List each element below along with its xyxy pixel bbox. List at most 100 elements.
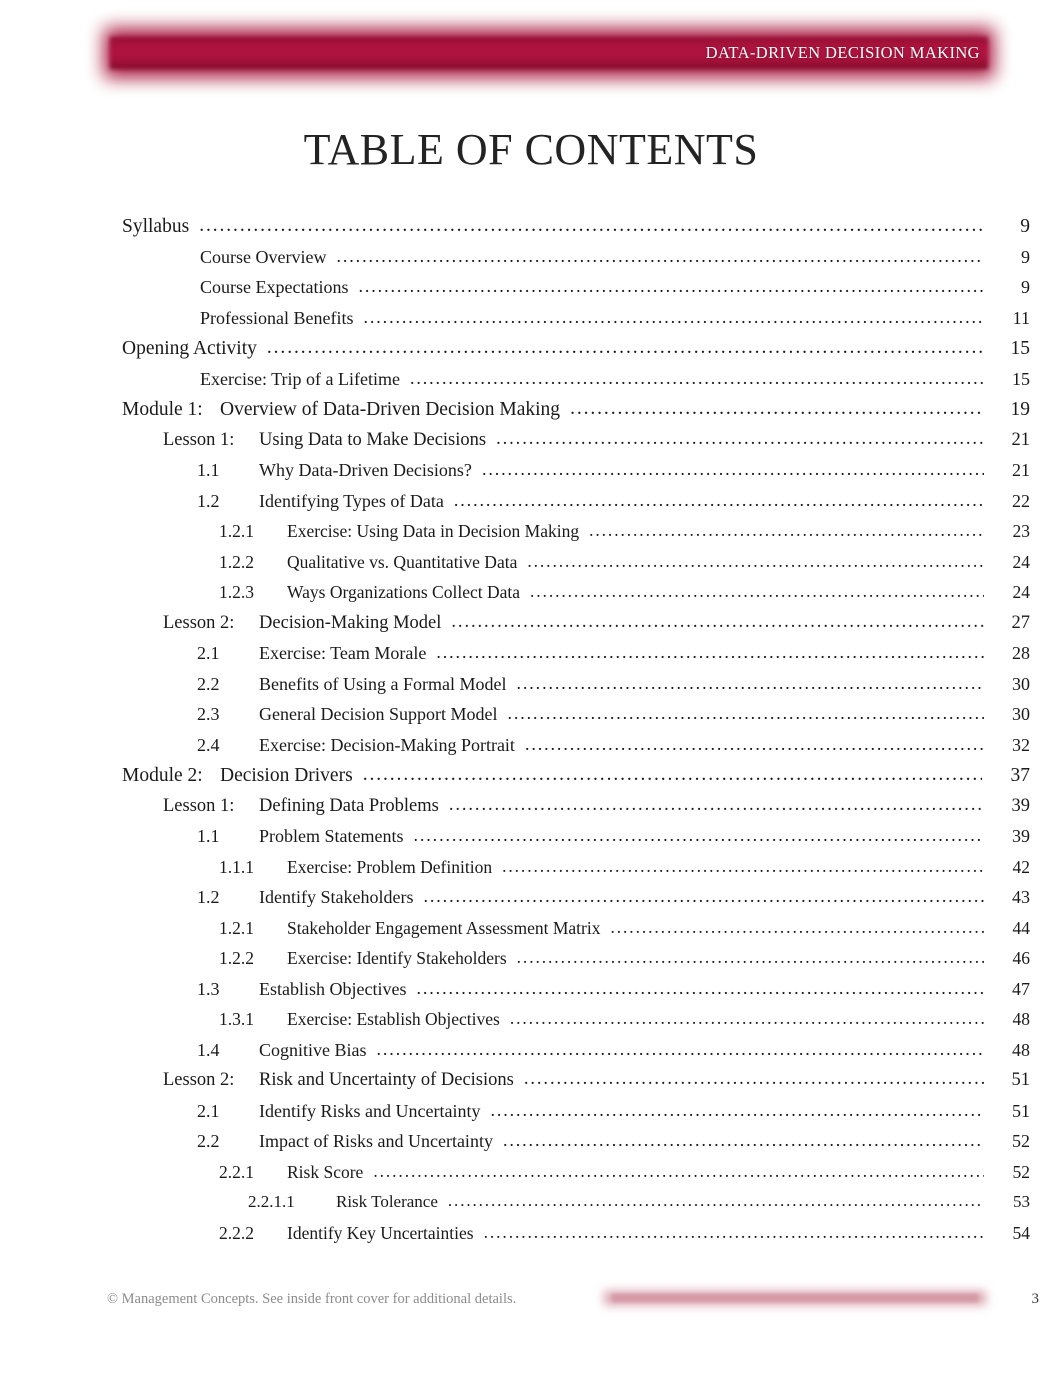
toc-entry[interactable]: Syllabus 9 — [0, 216, 1062, 247]
toc-entry[interactable]: 2.2.2 Identify Key Uncertainties 54 — [0, 1223, 1062, 1254]
toc-entry-page-number: 24 — [1012, 582, 1031, 602]
toc-dot-leader — [527, 551, 984, 572]
toc-entry-number: 2.2.2 — [219, 1222, 254, 1243]
toc-dot-leader — [490, 1100, 984, 1121]
toc-dot-leader — [416, 978, 984, 999]
toc-entry-page-number: 9 — [1021, 277, 1030, 297]
toc-dot-leader — [267, 337, 982, 359]
page-title: TABLE OF CONTENTS — [303, 125, 759, 174]
toc-entry-number: 1.4 — [197, 1039, 220, 1060]
toc-entry[interactable]: Lesson 2: Risk and Uncertainty of Decisio… — [0, 1070, 1062, 1101]
footer-page-number: 3 — [1031, 1291, 1040, 1307]
toc-entry[interactable]: 1.2.1 Stakeholder Engagement Assessment M… — [0, 918, 1062, 949]
toc-entry-number: 2.4 — [197, 734, 220, 755]
toc-dot-leader — [589, 520, 984, 541]
toc-entry[interactable]: 2.3 General Decision Support Model 30 — [0, 704, 1062, 735]
toc-entry-label: 1.2.3 Ways Organizations Collect Data — [219, 582, 520, 603]
toc-entry-page-number: 19 — [1010, 399, 1031, 420]
toc-entry-title: Identify Risks and Uncertainty — [259, 1100, 481, 1121]
header-banner: DATA-DRIVEN DECISION MAKING — [104, 28, 994, 78]
toc-entry[interactable]: Lesson 2: Decision-Making Model 27 — [0, 613, 1062, 644]
toc-entry-label: 2.2 Benefits of Using a Formal Model — [197, 674, 506, 695]
toc-dot-leader — [507, 703, 984, 724]
toc-entry-title: Course Expectations — [200, 277, 349, 297]
toc-entry[interactable]: 2.2.1.1 Risk Tolerance 53 — [0, 1192, 1062, 1223]
toc-entry[interactable]: 1.4 Cognitive Bias 48 — [0, 1040, 1062, 1071]
toc-entry[interactable]: Lesson 1: Defining Data Problems 39 — [0, 796, 1062, 827]
toc-entry[interactable]: Opening Activity 15 — [0, 338, 1062, 369]
toc-entry[interactable]: 1.2.1 Exercise: Using Data in Decision Ma… — [0, 521, 1062, 552]
toc-entry-title: Overview of Data-Driven Decision Making — [220, 399, 561, 420]
toc-entry-page-number: 39 — [1012, 826, 1030, 846]
toc-entry-number: 1.1 — [197, 460, 220, 480]
toc-entry-page-number: 11 — [1012, 307, 1030, 328]
footer-copyright: © Management Concepts. See inside front … — [107, 1291, 517, 1307]
toc-entry-number: 1.1.1 — [219, 856, 254, 877]
toc-entry-label: 1.2.1 Exercise: Using Data in Decision Ma… — [219, 521, 579, 542]
toc-entry-label: Professional Benefits — [200, 308, 353, 329]
toc-entry[interactable]: Professional Benefits 11 — [0, 308, 1062, 339]
toc-entry-label: 2.2.1 Risk Score — [219, 1162, 363, 1183]
toc-entry[interactable]: Course Overview 9 — [0, 247, 1062, 278]
toc-entry[interactable]: 1.2 Identify Stakeholders 43 — [0, 887, 1062, 918]
toc-entry[interactable]: 1.2.2 Exercise: Identify Stakeholders 46 — [0, 948, 1062, 979]
toc-entry[interactable]: Module 2: Decision Drivers 37 — [0, 765, 1062, 796]
toc-entry[interactable]: 1.1 Why Data-Driven Decisions? 21 — [0, 460, 1062, 491]
toc-entry-title: Decision-Making Model — [259, 612, 442, 633]
toc-entry-title: Course Overview — [200, 246, 327, 267]
toc-entry[interactable]: 2.4 Exercise: Decision-Making Portrait 32 — [0, 735, 1062, 766]
toc-entry[interactable]: 1.3.1 Exercise: Establish Objectives 48 — [0, 1009, 1062, 1040]
header-title: DATA-DRIVEN DECISION MAKING — [705, 43, 980, 62]
toc-entry-title: Impact of Risks and Uncertainty — [259, 1131, 493, 1151]
toc-entry[interactable]: 1.3 Establish Objectives 47 — [0, 979, 1062, 1010]
toc-entry[interactable]: Module 1: Overview of Data-Driven Decisio… — [0, 399, 1062, 430]
toc-entry-label: 2.1 Exercise: Team Morale — [197, 643, 426, 664]
toc-entry[interactable]: 2.2 Benefits of Using a Formal Model 30 — [0, 674, 1062, 705]
toc-entry-number: 1.1 — [197, 826, 220, 846]
toc-dot-leader — [199, 215, 982, 237]
toc-entry-page-number: 47 — [1012, 978, 1030, 999]
toc-entry-title: Risk Tolerance — [336, 1192, 438, 1211]
toc-entry-page-number: 21 — [1012, 460, 1030, 480]
toc-entry-title: Problem Statements — [259, 826, 404, 846]
toc-entry[interactable]: 2.1 Exercise: Team Morale 28 — [0, 643, 1062, 674]
page-footer: © Management Concepts. See inside front … — [0, 1288, 1062, 1328]
toc-entry-page-number: 21 — [1011, 429, 1031, 450]
toc-entry-page-number: 27 — [1011, 612, 1031, 633]
toc-entry-title: Exercise: Problem Definition — [287, 856, 493, 877]
toc-entry-label: Exercise: Trip of a Lifetime — [200, 369, 400, 390]
toc-entry[interactable]: 1.2.3 Ways Organizations Collect Data 24 — [0, 582, 1062, 613]
toc-entry[interactable]: 1.1.1 Exercise: Problem Definition 42 — [0, 857, 1062, 888]
toc-entry-number: Module 1: — [122, 399, 203, 420]
toc-entry[interactable]: 2.2 Impact of Risks and Uncertainty 52 — [0, 1131, 1062, 1162]
toc-dot-leader — [525, 734, 984, 755]
toc-entry-label: Module 1: Overview of Data-Driven Decisio… — [122, 399, 560, 421]
toc-entry[interactable]: 1.2 Identifying Types of Data 22 — [0, 491, 1062, 522]
toc-entry-label: 2.2.1.1 Risk Tolerance — [248, 1192, 438, 1212]
toc-entry-label: Module 2: Decision Drivers — [122, 765, 353, 787]
toc-entry-label: Syllabus — [122, 216, 189, 238]
toc-entry[interactable]: 1.1 Problem Statements 39 — [0, 826, 1062, 857]
toc-dot-leader — [502, 856, 984, 877]
toc-entry[interactable]: Lesson 1: Using Data to Make Decisions 21 — [0, 430, 1062, 461]
toc-entry-title: Risk and Uncertainty of Decisions — [259, 1070, 514, 1090]
toc-entry-title: Qualitative vs. Quantitative Data — [287, 551, 518, 572]
toc-entry-number: 1.2 — [197, 887, 220, 907]
toc-entry-label: Lesson 1: Defining Data Problems — [163, 796, 439, 817]
toc-entry-label: 1.2 Identify Stakeholders — [197, 887, 413, 908]
toc-entry-page-number: 46 — [1012, 948, 1031, 968]
toc-entry-number: 2.2.1 — [219, 1161, 254, 1182]
toc-entry[interactable]: Course Expectations 9 — [0, 277, 1062, 308]
toc-entry-page-number: 51 — [1011, 1070, 1031, 1090]
table-of-contents: Syllabus9Course Overview9Course Expectat… — [0, 216, 1062, 1253]
toc-dot-leader — [530, 581, 984, 602]
toc-entry-title: Exercise: Team Morale — [259, 643, 427, 663]
toc-entry[interactable]: 1.2.2 Qualitative vs. Quantitative Data 24 — [0, 552, 1062, 583]
toc-entry[interactable]: 2.1 Identify Risks and Uncertainty 51 — [0, 1101, 1062, 1132]
toc-dot-leader — [510, 1008, 984, 1029]
toc-entry[interactable]: 2.2.1 Risk Score 52 — [0, 1162, 1062, 1193]
footer-decorative-bar — [604, 1291, 986, 1305]
toc-entry-number: 1.2.2 — [219, 948, 254, 968]
toc-entry[interactable]: Exercise: Trip of a Lifetime 15 — [0, 369, 1062, 400]
toc-dot-leader — [482, 459, 984, 480]
